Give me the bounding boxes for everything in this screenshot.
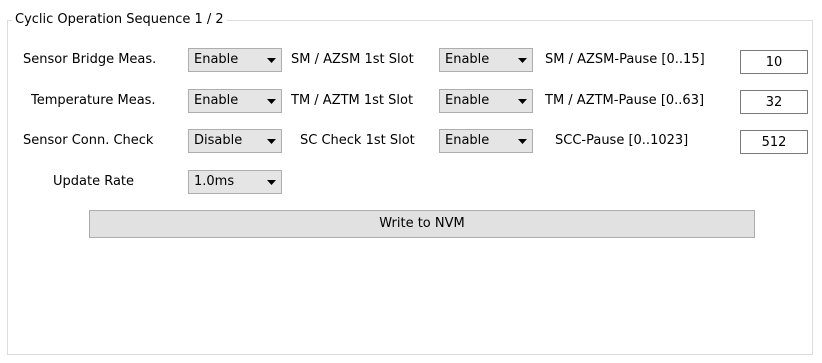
- sm-azsm-slot-label: SM / AZSM 1st Slot: [291, 52, 414, 67]
- write-to-nvm-button[interactable]: Write to NVM: [89, 210, 755, 238]
- chevron-down-icon: [512, 98, 532, 104]
- sensor-conn-check-select[interactable]: Disable: [188, 129, 282, 153]
- temperature-select[interactable]: Enable: [188, 89, 282, 113]
- chevron-down-icon: [512, 138, 532, 144]
- tm-aztm-slot-value: Enable: [445, 93, 490, 108]
- sensor-bridge-select[interactable]: Enable: [188, 48, 282, 72]
- chevron-down-icon: [261, 179, 281, 185]
- sm-azsm-pause-input[interactable]: [740, 50, 808, 74]
- update-rate-select[interactable]: 1.0ms: [188, 170, 282, 194]
- temperature-value: Enable: [194, 93, 239, 108]
- sensor-conn-check-label: Sensor Conn. Check: [23, 133, 154, 148]
- sensor-bridge-value: Enable: [194, 52, 239, 67]
- chevron-down-icon: [261, 138, 281, 144]
- scc-pause-input[interactable]: [740, 130, 808, 154]
- sc-check-slot-select[interactable]: Enable: [439, 129, 533, 153]
- tm-aztm-slot-select[interactable]: Enable: [439, 89, 533, 113]
- tm-aztm-slot-label: TM / AZTM 1st Slot: [291, 93, 414, 108]
- group-title: Cyclic Operation Sequence 1 / 2: [12, 12, 227, 28]
- sc-check-slot-value: Enable: [445, 133, 490, 148]
- update-rate-label: Update Rate: [53, 174, 135, 189]
- sensor-conn-check-value: Disable: [194, 133, 243, 148]
- chevron-down-icon: [512, 57, 532, 63]
- sm-azsm-slot-select[interactable]: Enable: [439, 48, 533, 72]
- chevron-down-icon: [261, 57, 281, 63]
- sm-azsm-slot-value: Enable: [445, 52, 490, 67]
- tm-aztm-pause-label: TM / AZTM-Pause [0..63]: [545, 93, 705, 108]
- temperature-label: Temperature Meas.: [31, 93, 156, 108]
- update-rate-value: 1.0ms: [194, 174, 235, 189]
- chevron-down-icon: [261, 98, 281, 104]
- sc-check-slot-label: SC Check 1st Slot: [300, 133, 415, 148]
- sensor-bridge-label: Sensor Bridge Meas.: [23, 52, 157, 67]
- sm-azsm-pause-label: SM / AZSM-Pause [0..15]: [545, 52, 705, 67]
- scc-pause-label: SCC-Pause [0..1023]: [555, 133, 689, 148]
- tm-aztm-pause-input[interactable]: [740, 90, 808, 114]
